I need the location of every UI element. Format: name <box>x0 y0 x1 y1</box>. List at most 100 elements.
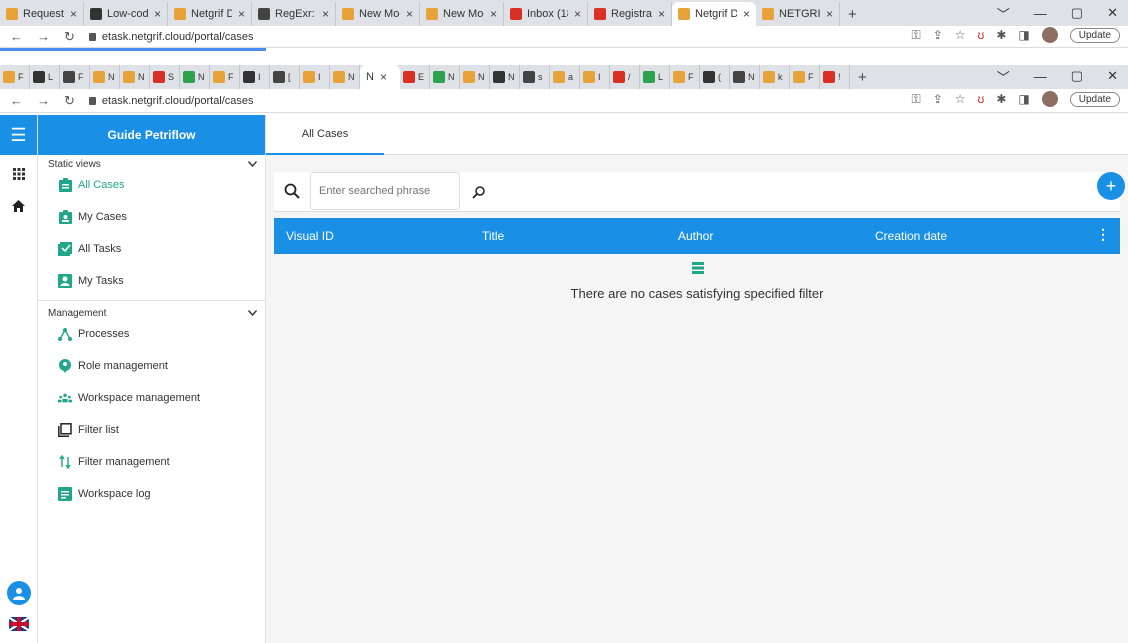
profile-avatar[interactable] <box>1041 91 1058 107</box>
close-tab-icon[interactable]: × <box>574 7 581 21</box>
reload-icon[interactable]: ↻ <box>64 93 75 109</box>
close-tab-icon[interactable]: × <box>154 7 161 21</box>
share-icon[interactable]: ⇪ <box>933 92 943 106</box>
sidebar-item-all-tasks[interactable]: All Tasks <box>38 233 265 265</box>
sidebar-item-my-tasks[interactable]: My Tasks <box>38 265 265 297</box>
update-button[interactable]: Update <box>1069 27 1120 43</box>
browser-tab[interactable]: / <box>610 65 640 89</box>
browser-tab[interactable]: N <box>730 65 760 89</box>
column-title[interactable]: Title <box>482 229 504 243</box>
browser-tab[interactable]: Low-coding × <box>84 2 168 26</box>
browser-tab[interactable]: NETGRIF × <box>756 2 840 26</box>
browser-tab[interactable]: E <box>400 65 430 89</box>
browser-tab[interactable]: I <box>300 65 330 89</box>
add-case-button[interactable]: + <box>1097 172 1125 200</box>
close-tab-icon[interactable]: × <box>322 7 329 21</box>
browser-tab[interactable]: Inbox (18,2 × <box>504 2 588 26</box>
browser-tab[interactable]: Registration × <box>588 2 672 26</box>
url-field[interactable]: etask.netgrif.cloud/portal/cases <box>88 31 254 43</box>
sidebar-item-my-cases[interactable]: My Cases <box>38 201 265 233</box>
chevron-down-icon[interactable] <box>247 308 258 319</box>
chevron-down-icon[interactable]: ﹀ <box>997 67 1010 86</box>
sidepanel-icon[interactable]: ◨ <box>1018 92 1029 106</box>
forward-icon[interactable]: → <box>37 93 50 109</box>
sidebar-item-filter-list[interactable]: Filter list <box>38 414 265 446</box>
advanced-search-icon[interactable] <box>472 185 486 204</box>
browser-tab[interactable]: F <box>0 65 30 89</box>
browser-tab[interactable]: I <box>240 65 270 89</box>
close-tab-icon[interactable]: × <box>658 7 665 21</box>
home-icon[interactable] <box>0 193 37 219</box>
close-tab-icon[interactable]: × <box>490 7 497 21</box>
browser-tab[interactable]: N <box>120 65 150 89</box>
uk-flag-icon[interactable] <box>9 617 29 631</box>
browser-tab-active[interactable]: N × <box>360 65 400 89</box>
column-author[interactable]: Author <box>678 229 713 243</box>
key-icon[interactable]: ⚿ <box>912 28 921 43</box>
close-tab-icon[interactable]: × <box>826 7 833 21</box>
reload-icon[interactable]: ↻ <box>64 29 75 45</box>
browser-tab[interactable]: Netgrif Der × <box>168 2 252 26</box>
browser-tab[interactable]: F <box>790 65 820 89</box>
search-input[interactable] <box>310 172 460 210</box>
sidebar-item-filter-management[interactable]: Filter management <box>38 446 265 478</box>
new-tab-button[interactable]: + <box>840 2 865 26</box>
url-field[interactable]: etask.netgrif.cloud/portal/cases <box>88 95 254 107</box>
sidebar-item-workspace-management[interactable]: Workspace management <box>38 382 265 414</box>
more-vert-icon[interactable]: ⋮ <box>1096 226 1110 243</box>
close-tab-icon[interactable]: × <box>406 7 413 21</box>
sidebar-item-all-cases[interactable]: All Cases <box>38 169 265 201</box>
sidebar-item-role-management[interactable]: Role management <box>38 350 265 382</box>
maximize-icon[interactable]: ▢ <box>1071 5 1083 21</box>
profile-avatar[interactable] <box>1041 27 1058 43</box>
browser-tab[interactable]: [ <box>270 65 300 89</box>
back-icon[interactable]: ← <box>10 29 23 45</box>
close-tab-icon[interactable]: × <box>238 7 245 21</box>
sidebar-group-header[interactable]: Static views <box>38 155 265 170</box>
browser-tab[interactable]: a <box>550 65 580 89</box>
sidepanel-icon[interactable]: ◨ <box>1018 28 1029 42</box>
apps-grid-icon[interactable] <box>0 161 37 187</box>
close-icon[interactable]: ✕ <box>1107 5 1118 21</box>
star-icon[interactable]: ☆ <box>955 28 966 42</box>
browser-tab[interactable]: L <box>30 65 60 89</box>
browser-tab[interactable]: RegExr: em × <box>252 2 336 26</box>
new-tab-button[interactable]: + <box>850 65 875 89</box>
browser-tab[interactable]: I <box>580 65 610 89</box>
star-icon[interactable]: ☆ <box>955 92 966 106</box>
chevron-down-icon[interactable]: ﹀ <box>997 4 1010 23</box>
browser-tab[interactable]: s <box>520 65 550 89</box>
browser-tab[interactable]: ( <box>700 65 730 89</box>
tab-all-cases[interactable]: All Cases <box>266 115 384 155</box>
minimize-icon[interactable]: — <box>1034 6 1047 21</box>
browser-tab[interactable]: F <box>60 65 90 89</box>
extension-icon[interactable]: ʊ <box>978 28 985 42</box>
search-icon[interactable] <box>284 183 300 204</box>
browser-tab[interactable]: k <box>760 65 790 89</box>
browser-tab[interactable]: Netgrif Der × <box>672 2 756 26</box>
browser-tab[interactable]: S <box>150 65 180 89</box>
browser-tab[interactable]: L <box>640 65 670 89</box>
minimize-icon[interactable]: — <box>1034 69 1047 84</box>
chevron-down-icon[interactable] <box>247 159 258 170</box>
close-tab-icon[interactable]: × <box>743 7 750 21</box>
browser-tab[interactable]: N <box>490 65 520 89</box>
back-icon[interactable]: ← <box>10 93 23 109</box>
puzzle-icon[interactable]: ✱ <box>996 92 1006 106</box>
extension-icon[interactable]: ʊ <box>978 92 985 106</box>
column-creation-date[interactable]: Creation date <box>875 229 947 243</box>
browser-tab[interactable]: New Model × <box>336 2 420 26</box>
puzzle-icon[interactable]: ✱ <box>996 28 1006 42</box>
close-tab-icon[interactable]: × <box>380 70 387 84</box>
browser-tab[interactable]: N <box>90 65 120 89</box>
close-tab-icon[interactable]: × <box>70 7 77 21</box>
sidebar-item-processes[interactable]: Processes <box>38 318 265 350</box>
browser-tab[interactable]: New Model × <box>420 2 504 26</box>
browser-tab[interactable]: F <box>670 65 700 89</box>
update-button[interactable]: Update <box>1069 91 1120 107</box>
browser-tab[interactable]: Request (re × <box>0 2 84 26</box>
user-avatar[interactable] <box>7 581 31 605</box>
browser-tab[interactable]: N <box>330 65 360 89</box>
browser-tab[interactable]: N <box>430 65 460 89</box>
browser-tab[interactable]: N <box>180 65 210 89</box>
